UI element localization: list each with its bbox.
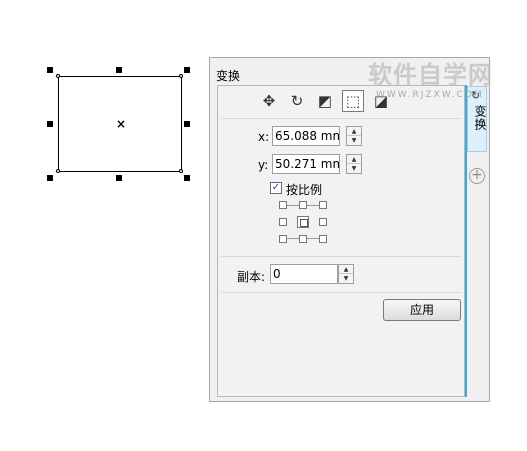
copies-input[interactable]: 0 [270,264,338,284]
bottom-right-handle[interactable] [184,175,190,181]
bottom-left-handle[interactable] [47,175,53,181]
watermark-url: WWW.RJZXW.COM [376,90,484,100]
apply-button[interactable]: 应用 [383,299,461,321]
tab-transform-label: 变换 [473,105,487,131]
y-spinner[interactable]: ▲ ▼ [346,154,362,174]
position-tool-icon[interactable]: ✥ [258,90,280,112]
size-tool-icon[interactable]: ⬚ [342,90,364,112]
spin-up-icon[interactable]: ▲ [347,127,361,136]
proportional-checkbox[interactable]: ✓ [270,182,282,194]
screen: × 变换 ✥ ↻ ◩ ⬚ ◪ x: 65.088 mm ▲ ▼ y: 50.27… [0,0,527,451]
middle-left-handle[interactable] [47,121,53,127]
anchor-top-right[interactable] [319,201,327,209]
anchor-bottom-left[interactable] [279,235,287,243]
bottom-center-handle[interactable] [116,175,122,181]
y-label: y: [258,158,269,172]
corner-node [179,169,183,173]
x-label: x: [258,130,270,144]
spin-up-icon[interactable]: ▲ [347,155,361,164]
docker-title: 变换 [216,69,241,83]
anchor-top-center[interactable] [299,201,307,209]
corner-node [56,169,60,173]
scale-mirror-tool-icon[interactable]: ◩ [314,90,336,112]
top-center-handle[interactable] [116,67,122,73]
center-marker-icon: × [116,117,127,131]
anchor-middle-right[interactable] [319,218,327,226]
divider [221,292,461,293]
divider [221,118,461,119]
anchor-point-grid [279,201,327,243]
y-input[interactable]: 50.271 mm [272,154,340,174]
copies-label: 副本: [237,270,266,284]
x-spinner[interactable]: ▲ ▼ [346,126,362,146]
docker-content: ✥ ↻ ◩ ⬚ ◪ x: 65.088 mm ▲ ▼ y: 50.271 mm … [217,85,465,397]
transform-toolbar: ✥ ↻ ◩ ⬚ ◪ [258,90,392,112]
x-input[interactable]: 65.088 mm [272,126,340,146]
top-left-handle[interactable] [47,67,53,73]
spin-down-icon[interactable]: ▼ [339,274,353,283]
add-docker-icon[interactable]: + [469,168,485,184]
spin-up-icon[interactable]: ▲ [339,265,353,274]
spin-down-icon[interactable]: ▼ [347,136,361,145]
transform-docker: 变换 ✥ ↻ ◩ ⬚ ◪ x: 65.088 mm ▲ ▼ y: 50.271 … [209,57,490,402]
rotate-tool-icon[interactable]: ↻ [286,90,308,112]
corner-node [56,74,60,78]
middle-right-handle[interactable] [184,121,190,127]
anchor-top-left[interactable] [279,201,287,209]
corner-node [179,74,183,78]
anchor-bottom-right[interactable] [319,235,327,243]
watermark: 软件自学网 [368,61,493,89]
proportional-label: 按比例 [286,183,323,197]
spin-down-icon[interactable]: ▼ [347,164,361,173]
anchor-center[interactable] [297,216,309,228]
anchor-middle-left[interactable] [279,218,287,226]
copies-spinner[interactable]: ▲ ▼ [338,264,354,284]
top-right-handle[interactable] [184,67,190,73]
divider [221,256,461,257]
anchor-bottom-center[interactable] [299,235,307,243]
